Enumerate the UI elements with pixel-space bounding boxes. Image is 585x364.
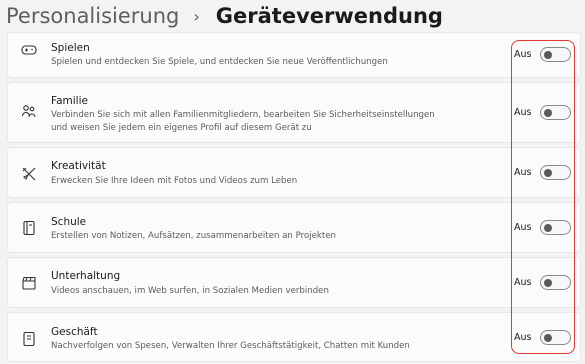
toggle-knob xyxy=(544,168,552,177)
toggle-switch[interactable] xyxy=(540,330,571,345)
breadcrumb-separator: › xyxy=(193,6,200,26)
toggle-knob xyxy=(544,333,552,342)
toggle-state-label: Aus xyxy=(514,167,532,178)
breadcrumb: Personalisierung › Geräteverwendung xyxy=(6,0,443,32)
toggle-knob xyxy=(544,223,552,232)
toggle-knob xyxy=(544,278,552,287)
toggle-knob xyxy=(544,108,552,117)
list-item-unterhaltung[interactable]: Unterhaltung Videos anschauen, im Web su… xyxy=(7,257,581,308)
list-item-kreativitaet[interactable]: Kreativität Erwecken Sie Ihre Ideen mit … xyxy=(7,147,581,198)
notebook-icon xyxy=(20,219,38,237)
item-description: Spielen und entdecken Sie Spiele, und en… xyxy=(51,57,388,67)
item-title: Schule xyxy=(51,216,87,228)
list-item-geschaeft[interactable]: Geschäft Nachverfolgen von Spesen, Verwa… xyxy=(7,312,581,362)
family-icon xyxy=(20,103,38,121)
toggle-state-label: Aus xyxy=(514,332,532,343)
creativity-icon xyxy=(20,165,38,183)
toggle-state-label: Aus xyxy=(514,222,532,233)
item-description: Erstellen von Notizen, Aufsätzen, zusamm… xyxy=(51,231,336,241)
toggle-state-label: Aus xyxy=(514,277,532,288)
toggle-state-label: Aus xyxy=(514,49,532,60)
item-title: Geschäft xyxy=(51,326,98,338)
toggle-state-label: Aus xyxy=(514,107,532,118)
toggle-switch[interactable] xyxy=(540,47,571,62)
toggle-switch[interactable] xyxy=(540,220,571,235)
list-item-familie[interactable]: Familie Verbinden Sie sich mit allen Fam… xyxy=(7,82,581,143)
item-title: Familie xyxy=(51,95,88,107)
item-title: Kreativität xyxy=(51,160,106,172)
briefcase-icon xyxy=(20,330,38,348)
gamepad-icon xyxy=(20,41,38,59)
toggle-switch[interactable] xyxy=(540,105,571,120)
item-title: Unterhaltung xyxy=(51,270,121,282)
page-title: Geräteverwendung xyxy=(215,4,443,28)
toggle-switch[interactable] xyxy=(540,275,571,290)
clapperboard-icon xyxy=(20,274,38,292)
breadcrumb-parent[interactable]: Personalisierung xyxy=(6,4,179,28)
item-description: Videos anschauen, im Web surfen, in Sozi… xyxy=(51,286,329,296)
item-description: Verbinden Sie sich mit allen Familienmit… xyxy=(51,110,435,133)
item-description: Nachverfolgen von Spesen, Verwalten Ihre… xyxy=(51,341,410,351)
list-item-spielen[interactable]: Spielen Spielen und entdecken Sie Spiele… xyxy=(7,32,581,78)
item-title: Spielen xyxy=(51,42,90,54)
toggle-switch[interactable] xyxy=(540,165,571,180)
item-description: Erwecken Sie Ihre Ideen mit Fotos und Vi… xyxy=(51,176,298,186)
toggle-knob xyxy=(544,50,552,59)
list-item-schule[interactable]: Schule Erstellen von Notizen, Aufsätzen,… xyxy=(7,202,581,253)
